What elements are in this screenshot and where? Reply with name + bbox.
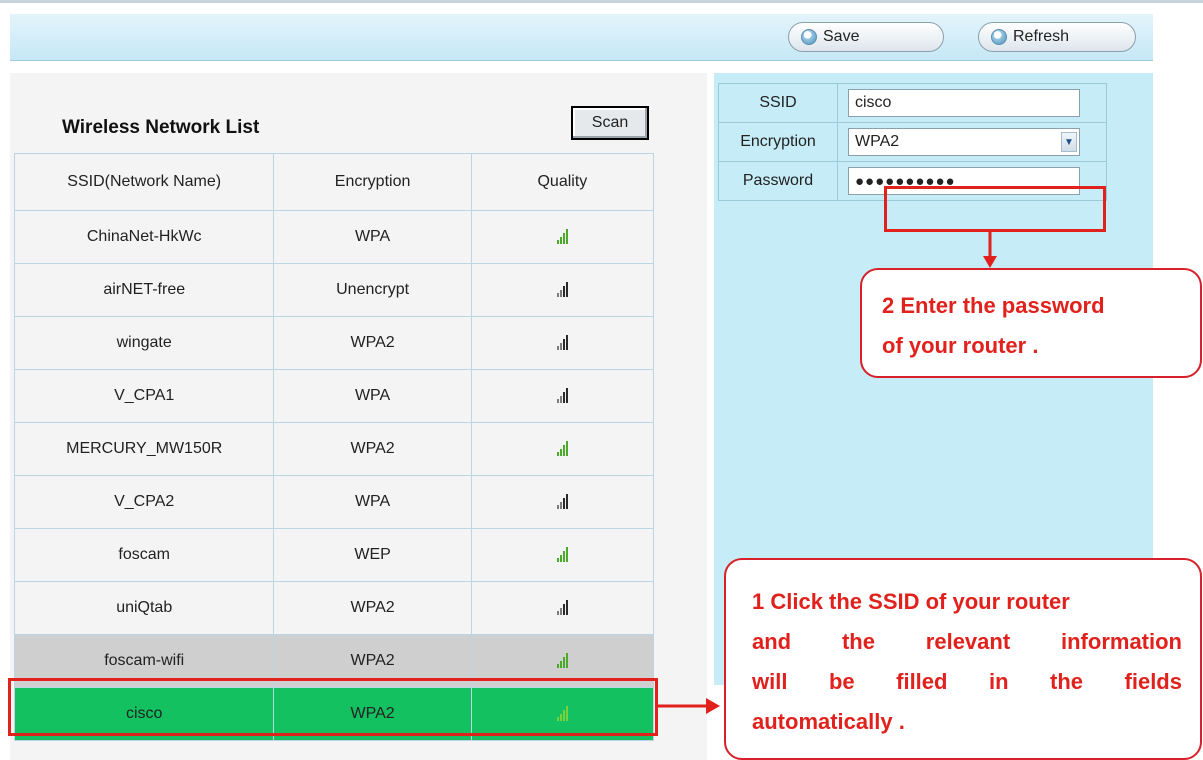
quality-cell: [470, 581, 655, 635]
password-label: Password: [718, 161, 838, 201]
ssid-cell[interactable]: airNET-free: [13, 263, 275, 317]
scan-button[interactable]: Scan: [571, 106, 649, 140]
save-button[interactable]: Save: [788, 22, 944, 52]
signal-bars-icon: [556, 547, 568, 563]
signal-bars-icon: [556, 600, 568, 616]
encryption-cell: WPA2: [273, 581, 472, 635]
network-table: SSID(Network Name) Encryption Quality Ch…: [13, 153, 655, 741]
signal-bars-icon: [556, 441, 568, 457]
ssid-cell[interactable]: foscam: [13, 528, 275, 582]
save-icon: [801, 29, 817, 45]
table-row[interactable]: wingate WPA2: [13, 316, 655, 370]
table-row[interactable]: V_CPA1 WPA: [13, 369, 655, 423]
signal-bars-icon: [556, 653, 568, 669]
quality-cell: [470, 263, 655, 317]
encryption-cell: WEP: [273, 528, 472, 582]
save-label: Save: [823, 28, 860, 45]
top-border: [0, 0, 1203, 3]
page-title: Wireless Network List: [62, 117, 260, 138]
table-row[interactable]: MERCURY_MW150R WPA2: [13, 422, 655, 476]
refresh-button[interactable]: Refresh: [978, 22, 1136, 52]
wifi-settings-form: SSID cisco Encryption WPA2 ▼ Password ●●…: [718, 83, 1107, 201]
ssid-cell[interactable]: uniQtab: [13, 581, 275, 635]
signal-bars-icon: [556, 282, 568, 298]
encryption-cell: WPA2: [273, 316, 472, 370]
column-header-encryption: Encryption: [273, 153, 472, 211]
table-header: SSID(Network Name) Encryption Quality: [13, 153, 655, 211]
encryption-cell: WPA: [273, 475, 472, 529]
password-highlight-box: [884, 186, 1106, 232]
quality-cell: [470, 316, 655, 370]
encryption-cell: WPA2: [273, 422, 472, 476]
ssid-cell[interactable]: V_CPA1: [13, 369, 275, 423]
ssid-cell[interactable]: MERCURY_MW150R: [13, 422, 275, 476]
ssid-highlight-box: [8, 678, 658, 736]
column-header-quality: Quality: [470, 153, 655, 211]
network-list-panel: Wireless Network List Scan SSID(Network …: [10, 73, 707, 760]
encryption-cell: WPA: [273, 369, 472, 423]
quality-cell: [470, 422, 655, 476]
table-row[interactable]: ChinaNet-HkWc WPA: [13, 210, 655, 264]
table-row[interactable]: uniQtab WPA2: [13, 581, 655, 635]
quality-cell: [470, 369, 655, 423]
quality-cell: [470, 210, 655, 264]
signal-bars-icon: [556, 335, 568, 351]
signal-bars-icon: [556, 494, 568, 510]
encryption-label: Encryption: [718, 122, 838, 162]
arrow-down-icon: [983, 230, 997, 268]
refresh-label: Refresh: [1013, 28, 1070, 45]
signal-bars-icon: [556, 388, 568, 404]
encryption-select[interactable]: WPA2 ▼: [848, 128, 1080, 156]
refresh-icon: [991, 29, 1007, 45]
toolbar: Save Refresh: [10, 14, 1153, 61]
arrow-right-icon: [656, 698, 720, 714]
chevron-down-icon[interactable]: ▼: [1061, 132, 1077, 152]
ssid-cell[interactable]: V_CPA2: [13, 475, 275, 529]
ssid-cell[interactable]: wingate: [13, 316, 275, 370]
ssid-cell[interactable]: ChinaNet-HkWc: [13, 210, 275, 264]
password-callout: 2 Enter the password of your router .: [860, 268, 1202, 378]
quality-cell: [470, 475, 655, 529]
signal-bars-icon: [556, 229, 568, 245]
ssid-input[interactable]: cisco: [848, 89, 1080, 117]
ssid-callout: 1 Click the SSID of your router and the …: [724, 558, 1202, 760]
ssid-label: SSID: [718, 83, 838, 123]
table-row[interactable]: airNET-free Unencrypt: [13, 263, 655, 317]
quality-cell: [470, 528, 655, 582]
table-row[interactable]: V_CPA2 WPA: [13, 475, 655, 529]
table-row[interactable]: foscam WEP: [13, 528, 655, 582]
encryption-cell: WPA: [273, 210, 472, 264]
column-header-ssid: SSID(Network Name): [13, 153, 275, 211]
encryption-cell: Unencrypt: [273, 263, 472, 317]
